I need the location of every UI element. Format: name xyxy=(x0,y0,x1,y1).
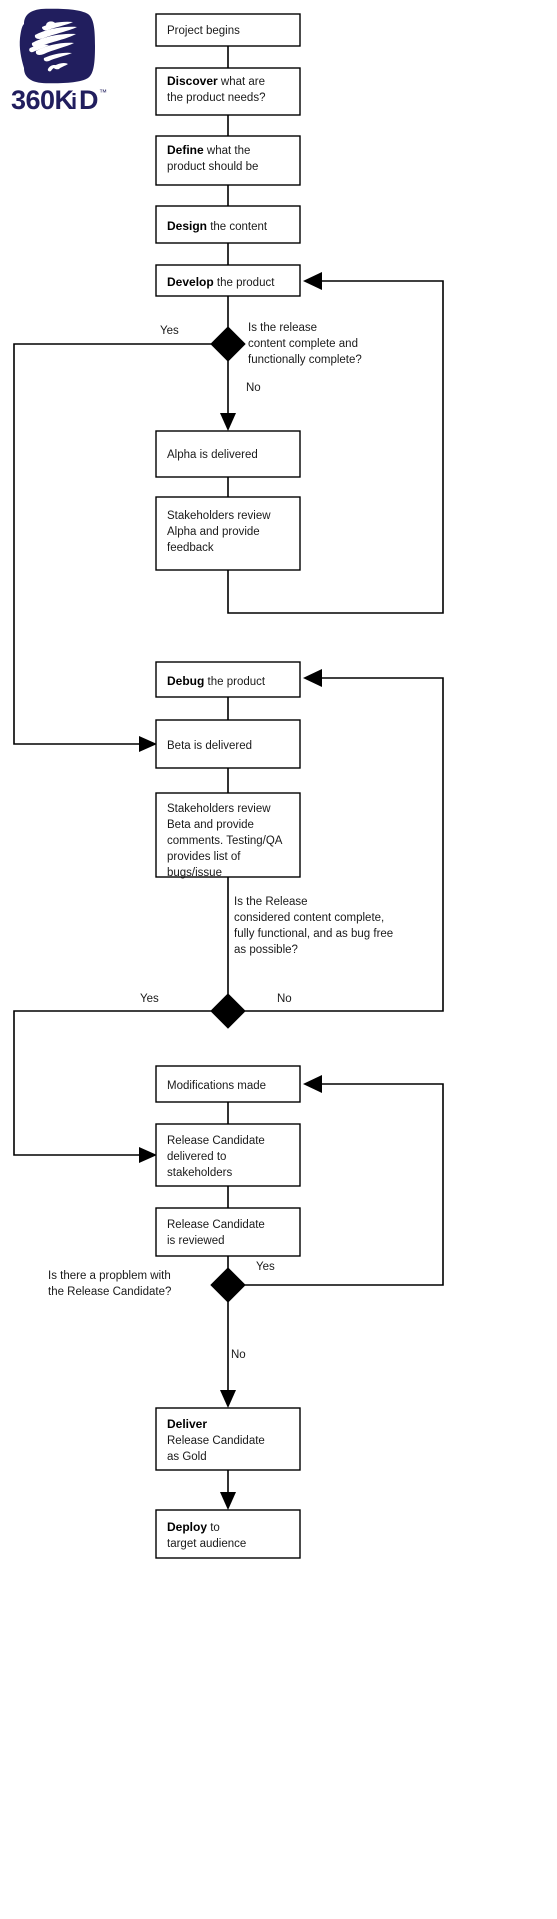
node-stakeholders-beta-line5: bugs/issue xyxy=(167,867,222,879)
node-stakeholders-review-alpha[interactable]: Stakeholders review Alpha and provide fe… xyxy=(155,496,301,571)
node-stakeholders-beta-line2: Beta and provide xyxy=(167,819,254,831)
node-stakeholders-beta-line3: comments. Testing/QA xyxy=(167,835,283,847)
node-alpha-delivered-label: Alpha is delivered xyxy=(167,449,258,461)
decision3-no-label: No xyxy=(231,1349,246,1361)
node-deploy-line1: Deploy to xyxy=(167,1520,220,1534)
decision1-diamond xyxy=(210,326,246,362)
decision2-question-line3: fully functional, and as bug free xyxy=(234,928,393,940)
node-discover[interactable]: Discover what are the product needs? xyxy=(155,67,301,116)
decision3-diamond xyxy=(210,1267,246,1303)
decision2-yes-label: Yes xyxy=(140,993,159,1005)
arrowhead-to-deliver xyxy=(220,1390,236,1408)
decision2-no-label: No xyxy=(277,993,292,1005)
decision2-question-line2: considered content complete, xyxy=(234,912,384,924)
arrowhead-to-beta-delivered xyxy=(139,736,157,752)
node-define-line1: Define what the xyxy=(167,143,250,157)
node-deploy[interactable]: Deploy to target audience xyxy=(155,1509,301,1559)
node-rc-delivered-line3: stakeholders xyxy=(167,1167,232,1179)
node-rc-delivered-line2: delivered to xyxy=(167,1151,226,1163)
node-stakeholders-beta-line4: provides list of xyxy=(167,851,241,863)
decision2-question-line1: Is the Release xyxy=(234,896,308,908)
node-alpha-delivered[interactable]: Alpha is delivered xyxy=(155,430,301,478)
decision3-question-line1: Is there a propblem with xyxy=(48,1270,171,1282)
node-deliver-line2: Release Candidate xyxy=(167,1435,265,1447)
node-develop[interactable]: Develop the product xyxy=(155,264,301,297)
arrowhead-to-develop xyxy=(303,272,322,290)
node-define-line2: product should be xyxy=(167,161,258,173)
arrowhead-to-debug xyxy=(303,669,322,687)
arrowhead-to-modifications xyxy=(303,1075,322,1093)
decision3-question-line2: the Release Candidate? xyxy=(48,1286,171,1298)
decision3-yes-label: Yes xyxy=(256,1261,275,1273)
node-stakeholders-alpha-line2: Alpha and provide xyxy=(167,526,260,538)
node-project-begins-label: Project begins xyxy=(167,25,240,37)
decision2-diamond xyxy=(210,993,246,1029)
decision-release-bug-free[interactable]: Yes No Is the Release considered content… xyxy=(140,896,393,1029)
decision1-yes-label: Yes xyxy=(160,325,179,337)
decision-release-content-complete[interactable]: Yes No Is the release content complete a… xyxy=(160,322,362,394)
node-modifications-made[interactable]: Modifications made xyxy=(155,1065,301,1103)
node-stakeholders-alpha-line3: feedback xyxy=(167,542,214,554)
node-deliver-line1: Deliver xyxy=(167,1417,207,1431)
node-beta-delivered[interactable]: Beta is delivered xyxy=(155,719,301,769)
decision1-question-line2: content complete and xyxy=(248,338,358,350)
node-project-begins[interactable]: Project begins xyxy=(155,13,301,47)
decision1-no-label: No xyxy=(246,382,261,394)
node-deploy-box xyxy=(155,1509,301,1559)
node-rc-delivered[interactable]: Release Candidate delivered to stakehold… xyxy=(155,1123,301,1187)
node-deliver[interactable]: Deliver Release Candidate as Gold xyxy=(155,1407,301,1471)
decision1-question-line1: Is the release xyxy=(248,322,317,334)
node-develop-label: Develop the product xyxy=(167,275,275,289)
node-rc-reviewed-line1: Release Candidate xyxy=(167,1219,265,1231)
node-deliver-line3: as Gold xyxy=(167,1451,207,1463)
arrowhead-to-deploy xyxy=(220,1492,236,1510)
decision1-question-line3: functionally complete? xyxy=(248,354,362,366)
node-debug[interactable]: Debug the product xyxy=(155,661,301,698)
decision2-question-line4: as possible? xyxy=(234,944,298,956)
process-flowchart: Project begins Discover what are the pro… xyxy=(13,13,444,1559)
node-stakeholders-review-beta[interactable]: Stakeholders review Beta and provide com… xyxy=(155,792,301,879)
node-rc-reviewed[interactable]: Release Candidate is reviewed xyxy=(155,1207,301,1257)
node-stakeholders-alpha-line1: Stakeholders review xyxy=(167,510,271,522)
node-rc-reviewed-line2: is reviewed xyxy=(167,1235,225,1247)
node-discover-line1: Discover what are xyxy=(167,74,265,88)
node-modifications-label: Modifications made xyxy=(167,1080,266,1092)
arrowhead-to-alpha-delivered xyxy=(220,413,236,431)
decision-problem-with-rc[interactable]: Yes No Is there a propblem with the Rele… xyxy=(48,1261,275,1361)
node-rc-delivered-line1: Release Candidate xyxy=(167,1135,265,1147)
node-stakeholders-beta-line1: Stakeholders review xyxy=(167,803,271,815)
node-discover-line2: the product needs? xyxy=(167,92,265,104)
node-rc-reviewed-box xyxy=(155,1207,301,1257)
node-define[interactable]: Define what the product should be xyxy=(155,135,301,186)
node-beta-delivered-label: Beta is delivered xyxy=(167,740,252,752)
node-design[interactable]: Design the content xyxy=(155,205,301,244)
node-design-label: Design the content xyxy=(167,219,268,233)
arrowhead-to-rc-delivered xyxy=(139,1147,157,1163)
node-deploy-line2: target audience xyxy=(167,1538,246,1550)
node-debug-label: Debug the product xyxy=(167,674,266,688)
